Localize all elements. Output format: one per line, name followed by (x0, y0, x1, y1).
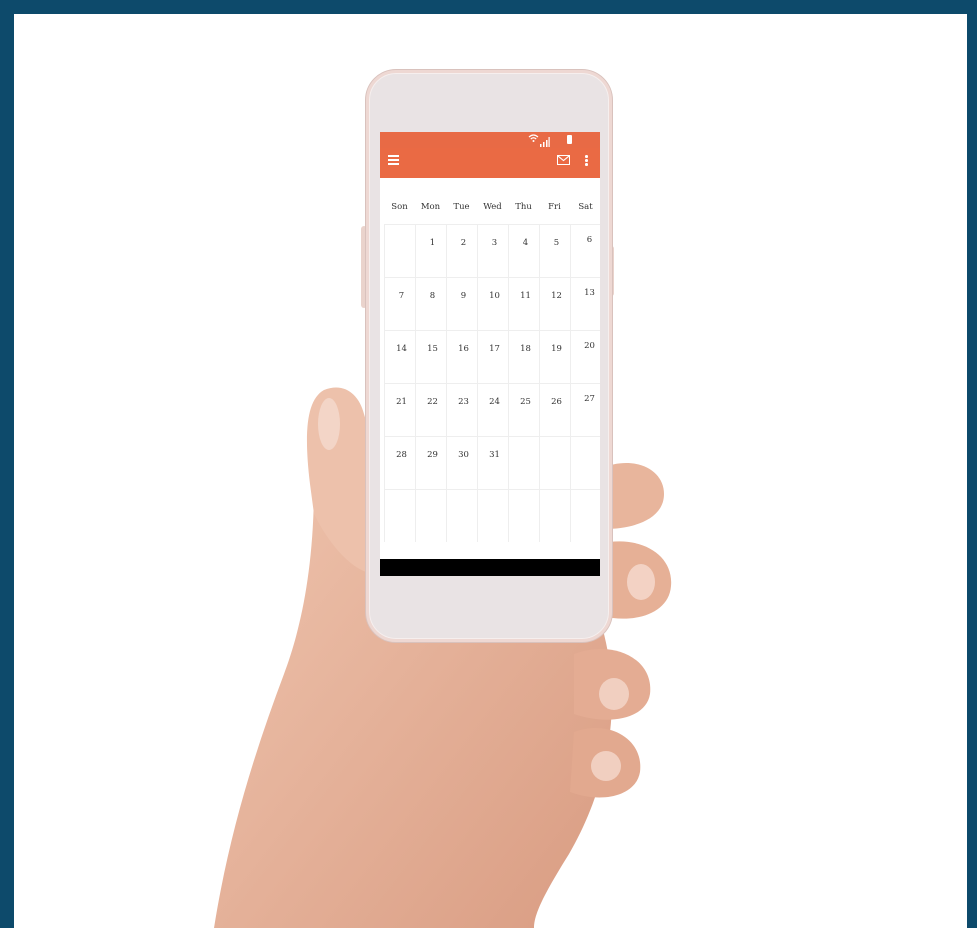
calendar-day-number: 29 (427, 450, 438, 460)
calendar-day-cell[interactable] (539, 383, 570, 436)
calendar-day-cell[interactable] (539, 277, 570, 330)
battery-icon (567, 135, 572, 144)
calendar-day-cell[interactable] (446, 224, 477, 277)
calendar-day-cell[interactable] (415, 489, 446, 542)
weekday-header: Son Mon Tue Wed Thu Fri Sat (380, 196, 600, 220)
weekday-label: Tue (453, 202, 470, 212)
calendar-day-cell[interactable] (477, 436, 508, 489)
calendar-day-cell[interactable] (415, 330, 446, 383)
more-vert-icon[interactable] (585, 155, 588, 167)
calendar-day-cell[interactable] (539, 489, 570, 542)
calendar-day-number: 6 (586, 235, 593, 245)
mail-icon[interactable] (557, 155, 570, 165)
menu-icon[interactable] (388, 155, 399, 165)
calendar-day-cell[interactable] (477, 383, 508, 436)
signal-icon (540, 134, 550, 147)
navigation-bar (380, 559, 600, 576)
calendar-day-number: 13 (584, 288, 595, 298)
calendar-day-cell[interactable] (384, 224, 415, 277)
calendar-day-number: 7 (398, 291, 405, 301)
calendar-day-cell[interactable] (570, 330, 600, 383)
weekday-label: Fri (548, 202, 561, 212)
calendar-day-number: 3 (491, 238, 498, 248)
status-bar (380, 132, 600, 148)
calendar-day-cell[interactable] (415, 436, 446, 489)
calendar-day-cell[interactable] (384, 330, 415, 383)
calendar-day-cell[interactable] (384, 436, 415, 489)
calendar-day-cell[interactable] (539, 436, 570, 489)
weekday-label: Sat (578, 202, 593, 212)
calendar-day-cell[interactable] (384, 383, 415, 436)
calendar-day-cell[interactable] (415, 224, 446, 277)
weekday-label: Wed (483, 202, 502, 212)
calendar-day-cell[interactable] (477, 277, 508, 330)
calendar-day-cell[interactable] (384, 277, 415, 330)
calendar-day-number: 31 (489, 450, 500, 460)
calendar-day-cell[interactable] (477, 489, 508, 542)
calendar-day-cell[interactable] (570, 436, 600, 489)
calendar-day-cell[interactable] (508, 330, 539, 383)
calendar-day-cell[interactable] (384, 489, 415, 542)
calendar-day-number: 18 (520, 344, 531, 354)
weekday-label: Thu (515, 202, 532, 212)
calendar-day-number: 16 (458, 344, 469, 354)
calendar-day-number: 15 (427, 344, 438, 354)
calendar-day-cell[interactable] (477, 224, 508, 277)
weekday-label: Son (391, 202, 408, 212)
calendar-day-cell[interactable] (415, 277, 446, 330)
calendar-day-number: 10 (489, 291, 500, 301)
calendar-day-cell[interactable] (446, 330, 477, 383)
calendar-day-number: 11 (520, 291, 531, 301)
calendar-day-cell[interactable] (508, 489, 539, 542)
calendar-day-number: 4 (522, 238, 529, 248)
wifi-icon (528, 133, 539, 146)
calendar-day-cell[interactable] (477, 330, 508, 383)
phone-screen: Son Mon Tue Wed Thu Fri Sat 1 2 3 4 5 6 7 8 9 10 11 12 13 1… (380, 132, 600, 576)
calendar-day-number: 14 (396, 344, 407, 354)
calendar-day-cell[interactable] (508, 277, 539, 330)
calendar-day-cell[interactable] (539, 224, 570, 277)
calendar-day-number: 19 (551, 344, 562, 354)
calendar-day-cell[interactable] (539, 330, 570, 383)
weekday-label: Mon (420, 202, 441, 212)
calendar-grid: 1 2 3 4 5 6 7 8 9 10 11 12 13 14 15 16 17 18 19 20 21 22 23 24 2… (380, 224, 600, 544)
calendar-day-number: 9 (460, 291, 467, 301)
calendar-day-cell[interactable] (446, 383, 477, 436)
calendar-day-cell[interactable] (570, 383, 600, 436)
calendar-day-number: 27 (584, 394, 595, 404)
calendar-day-cell[interactable] (508, 383, 539, 436)
calendar-day-cell[interactable] (570, 277, 600, 330)
calendar-day-number: 26 (551, 397, 562, 407)
calendar-day-cell[interactable] (415, 383, 446, 436)
calendar-day-number: 25 (520, 397, 531, 407)
calendar-day-number: 20 (584, 341, 595, 351)
calendar-day-number: 1 (429, 238, 436, 248)
calendar-day-number: 8 (429, 291, 436, 301)
photo-frame: Son Mon Tue Wed Thu Fri Sat 1 2 3 4 5 6 7 8 9 10 11 12 13 1… (14, 14, 967, 928)
calendar-day-cell[interactable] (446, 277, 477, 330)
calendar-day-number: 22 (427, 397, 438, 407)
calendar-day-number: 24 (489, 397, 500, 407)
calendar-day-cell[interactable] (508, 224, 539, 277)
calendar-day-cell[interactable] (446, 436, 477, 489)
calendar-day-cell[interactable] (570, 224, 600, 277)
calendar-day-number: 28 (396, 450, 407, 460)
calendar-day-number: 2 (460, 238, 467, 248)
calendar-day-number: 12 (551, 291, 562, 301)
calendar-day-number: 23 (458, 397, 469, 407)
calendar-day-cell[interactable] (508, 436, 539, 489)
calendar-day-number: 17 (489, 344, 500, 354)
calendar-day-number: 5 (553, 238, 560, 248)
calendar-day-cell[interactable] (446, 489, 477, 542)
calendar-day-cell[interactable] (570, 489, 600, 542)
calendar-day-number: 30 (458, 450, 469, 460)
app-bar (380, 148, 600, 178)
calendar-day-number: 21 (396, 397, 407, 407)
